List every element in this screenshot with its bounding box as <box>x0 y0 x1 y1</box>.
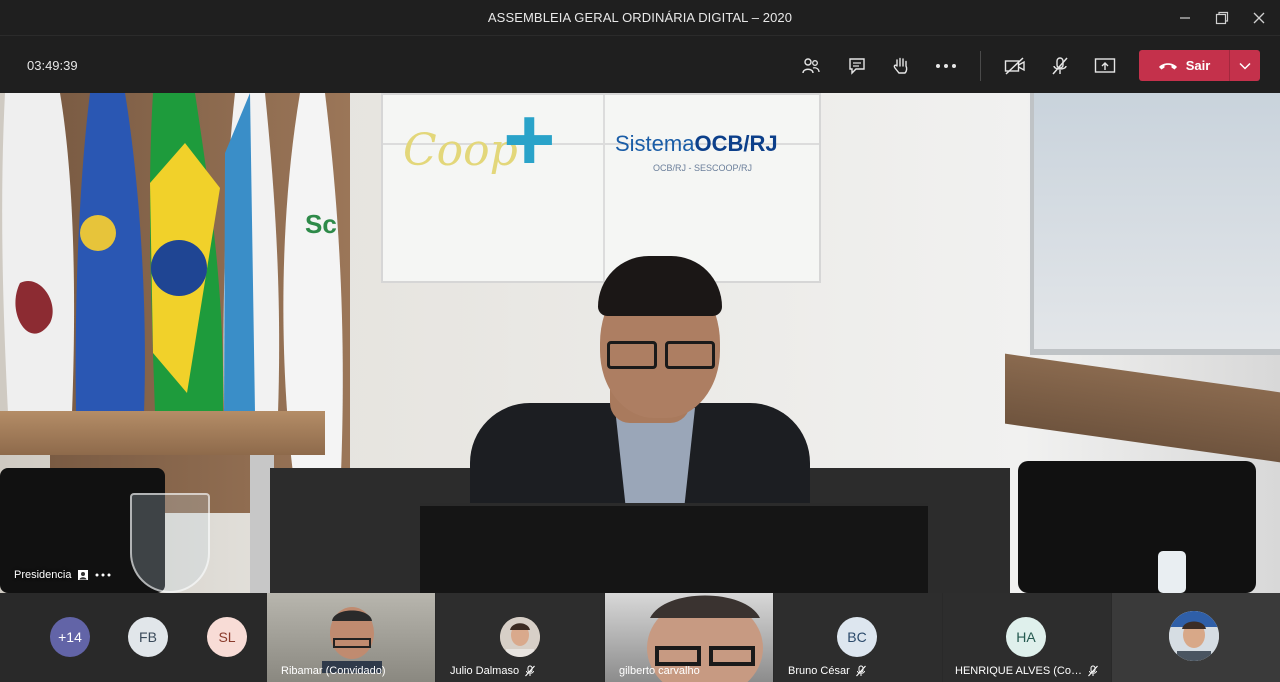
self-view-tile[interactable] <box>1112 593 1280 682</box>
participant-name: Ribamar (Convidado) <box>281 665 386 677</box>
screen-plus-logo: + <box>503 93 556 190</box>
maximize-button[interactable] <box>1210 6 1234 30</box>
chevron-down-icon <box>1239 62 1251 70</box>
screen-subtitle: OCB/RJ - SESCOOP/RJ <box>653 163 753 173</box>
meeting-timer: 03:49:39 <box>27 58 78 73</box>
close-button[interactable] <box>1247 6 1271 30</box>
avatar-sl[interactable]: SL <box>207 617 247 657</box>
participants-icon <box>802 58 820 74</box>
leave-options-button[interactable] <box>1230 50 1260 81</box>
glass-window <box>1030 93 1280 355</box>
minimize-button[interactable] <box>1173 6 1197 30</box>
main-video-stage: Coop + SistemaOCB/RJ OCB/RJ - SESCOOP/RJ… <box>0 93 1280 593</box>
leave-label: Sair <box>1185 58 1211 73</box>
participant-name: Julio Dalmaso <box>450 665 520 677</box>
participant-name: Bruno César <box>788 665 850 677</box>
laptop <box>420 503 928 593</box>
meeting-toolbar: 03:49:39 Sair <box>0 37 1280 93</box>
participant-name: gilberto carvalho <box>619 665 700 677</box>
mic-off-icon <box>1052 57 1068 75</box>
mic-off-icon <box>1088 665 1098 677</box>
leave-button[interactable]: Sair <box>1139 50 1260 81</box>
flag-white <box>2 93 75 413</box>
avatar-bc: BC <box>837 617 877 657</box>
chat-button[interactable] <box>843 53 871 79</box>
leave-main[interactable]: Sair <box>1139 50 1229 81</box>
participants-button[interactable] <box>797 53 825 79</box>
mic-toggle-button[interactable] <box>1046 53 1074 79</box>
avatar-photo <box>500 617 540 657</box>
raise-hand-icon <box>893 57 908 74</box>
more-icon <box>936 64 956 68</box>
participant-name: HENRIQUE ALVES (Co… <box>955 665 1082 677</box>
avatar-ha: HA <box>1006 617 1046 657</box>
participant-tile[interactable]: Julio Dalmaso <box>436 593 604 682</box>
camera-off-icon <box>1004 57 1025 75</box>
participant-strip: +14 FB SL Ribamar (Convidado) Julio Dalm… <box>0 593 1280 682</box>
restore-icon <box>1215 11 1229 25</box>
flag-blue <box>75 93 145 413</box>
self-avatar <box>1169 611 1219 661</box>
flag-brazil <box>149 93 224 413</box>
participant-tile[interactable]: HA HENRIQUE ALVES (Co… <box>943 593 1111 682</box>
avatar-fb[interactable]: FB <box>128 617 168 657</box>
phone-hangup-icon <box>1158 62 1177 69</box>
chat-icon <box>849 58 865 75</box>
mic-off-icon <box>525 665 536 677</box>
mic-off-icon <box>855 665 866 677</box>
presenter-icon <box>78 570 89 580</box>
screen-brand: SistemaOCB/RJ <box>615 131 778 156</box>
participant-tile[interactable]: BC Bruno César <box>774 593 942 682</box>
svg-text:Sc: Sc <box>305 209 337 239</box>
title-bar: ASSEMBLEIA GERAL ORDINÁRIA DIGITAL – 202… <box>0 0 1280 36</box>
speaker-label: Presidencia <box>14 569 111 581</box>
share-screen-icon <box>1094 58 1116 73</box>
camera-toggle-button[interactable] <box>1001 53 1029 79</box>
toolbar-divider <box>980 51 981 81</box>
close-icon <box>1253 12 1265 24</box>
window-title: ASSEMBLEIA GERAL ORDINÁRIA DIGITAL – 202… <box>487 10 793 25</box>
participant-video <box>322 607 382 673</box>
more-actions-button[interactable] <box>932 53 960 79</box>
overflow-participants-button[interactable]: +14 <box>50 617 90 657</box>
desk <box>0 411 325 455</box>
more-options-icon[interactable] <box>95 573 111 577</box>
raise-hand-button[interactable] <box>887 53 915 79</box>
water-glass <box>130 493 210 593</box>
share-screen-button[interactable] <box>1091 53 1119 79</box>
participant-tile[interactable]: Ribamar (Convidado) <box>267 593 435 682</box>
screen-coop-logo: Coop <box>403 125 518 176</box>
chair-right <box>1018 461 1256 593</box>
minimize-icon <box>1180 17 1190 19</box>
bottle <box>1158 551 1186 593</box>
speaker-name: Presidencia <box>14 569 72 581</box>
participant-tile[interactable]: gilberto carvalho <box>605 593 773 682</box>
